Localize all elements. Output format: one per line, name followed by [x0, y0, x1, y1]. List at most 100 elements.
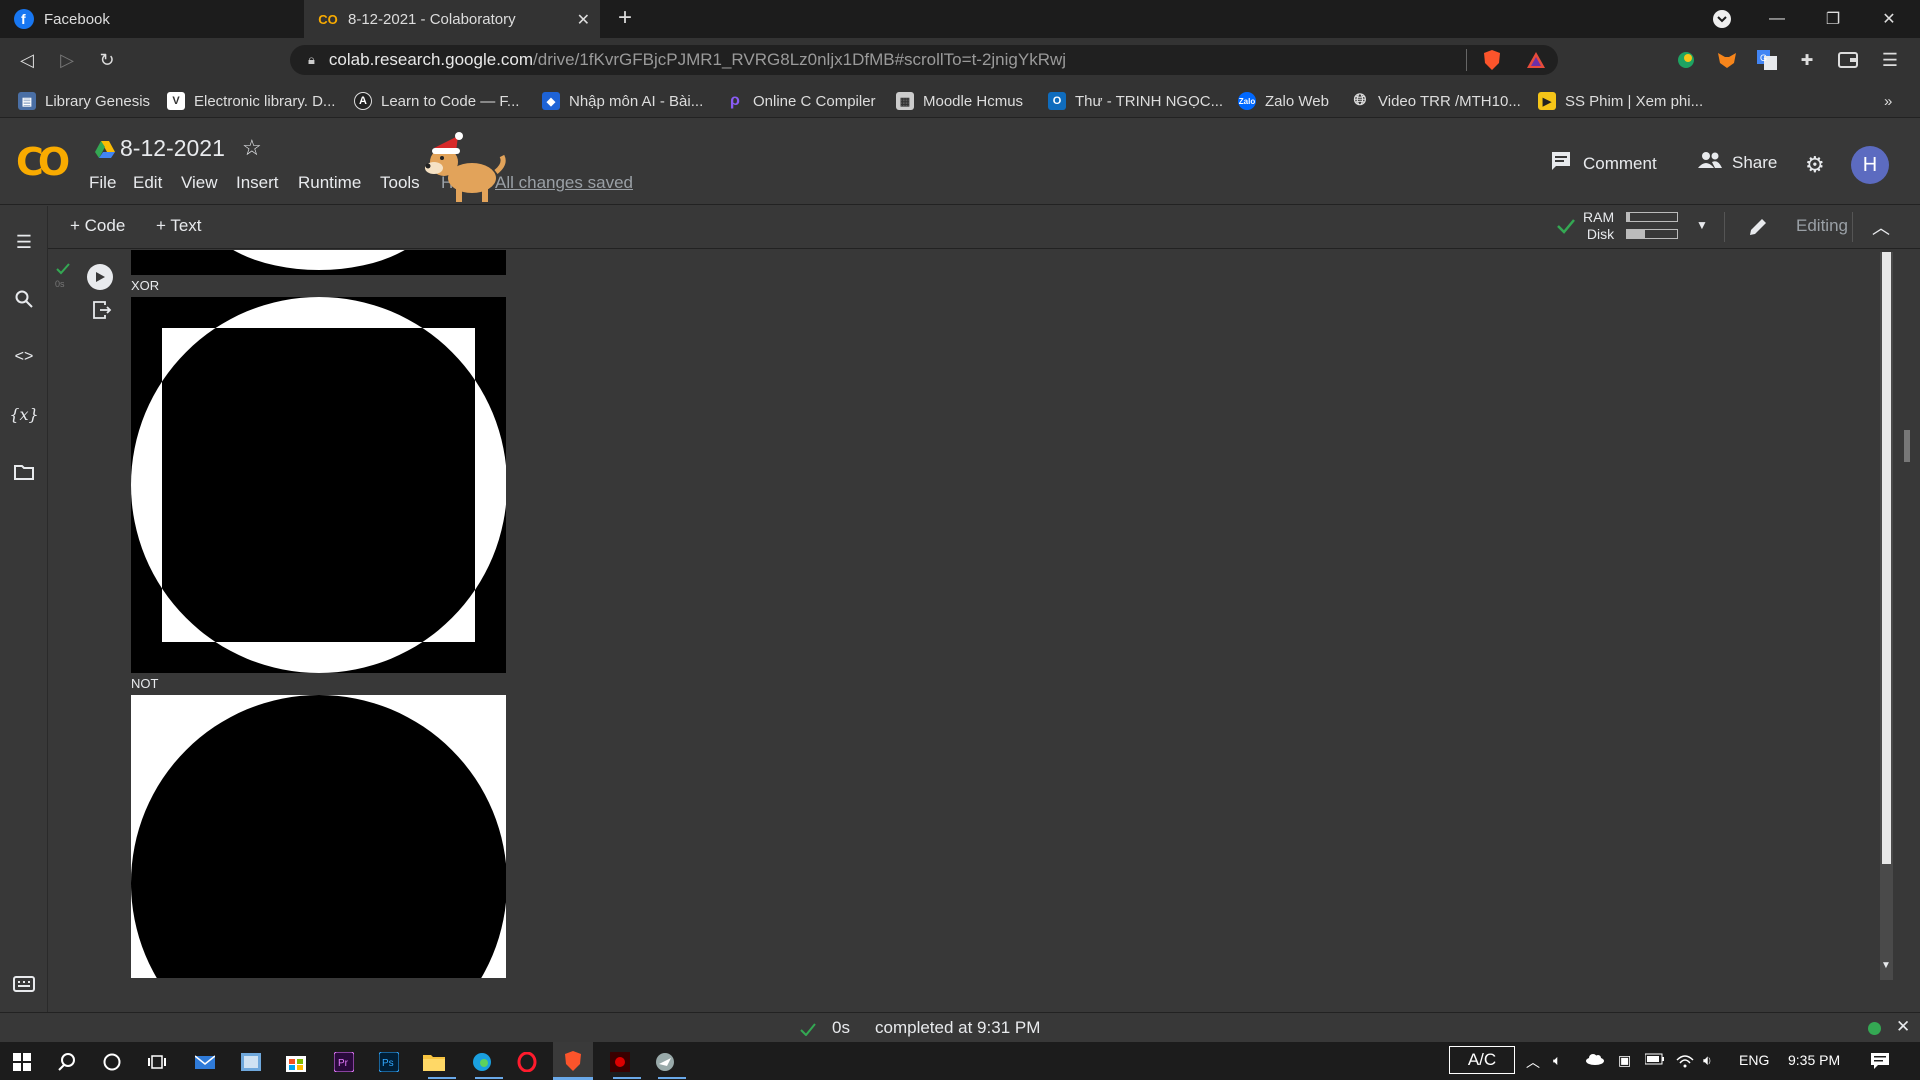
account-avatar[interactable]: H	[1851, 146, 1889, 184]
corgi-mascot-icon[interactable]	[412, 126, 507, 211]
comment-button[interactable]: Comment	[1551, 151, 1657, 176]
files-folder-icon[interactable]	[12, 460, 36, 484]
keyboard-layout-box[interactable]: A/C	[1449, 1046, 1515, 1074]
bookmark-item[interactable]: Zalo Zalo Web	[1238, 90, 1329, 112]
google-translate-icon[interactable]: G	[1755, 48, 1779, 72]
brave-shield-icon[interactable]	[1480, 48, 1504, 72]
bookmark-item[interactable]: V Electronic library. D...	[167, 90, 335, 112]
star-icon[interactable]: ☆	[242, 135, 262, 161]
status-message[interactable]: completed at 9:31 PM	[875, 1018, 1040, 1038]
bookmark-item[interactable]: ▶ SS Phim | Xem phi...	[1538, 90, 1703, 112]
run-cell-button[interactable]	[87, 264, 113, 290]
menu-insert[interactable]: Insert	[236, 173, 279, 193]
show-hidden-icons-icon[interactable]: ︿	[1526, 1052, 1540, 1072]
colab-logo[interactable]: CO	[16, 140, 70, 184]
output-actions-icon[interactable]	[92, 300, 112, 325]
taskbar-active-app[interactable]	[553, 1042, 593, 1080]
bookmark-item[interactable]: O Thư - TRINH NGỌC...	[1048, 90, 1223, 112]
save-status[interactable]: All changes saved	[495, 173, 633, 193]
menu-runtime[interactable]: Runtime	[298, 173, 361, 193]
address-bar[interactable]: 🔒︎ colab.research.google.com/drive/1fKvr…	[290, 45, 1558, 75]
photoshop-app-icon[interactable]: Ps	[377, 1050, 401, 1074]
menu-view[interactable]: View	[181, 173, 218, 193]
reload-icon[interactable]: ↻	[94, 47, 120, 73]
back-icon[interactable]: ◁	[14, 47, 40, 73]
wifi-icon[interactable]	[1675, 1052, 1695, 1071]
status-check-icon	[800, 1021, 816, 1041]
onedrive-cloud-icon[interactable]	[1585, 1052, 1605, 1068]
language-indicator[interactable]: ENG	[1739, 1052, 1769, 1068]
add-text-cell-button[interactable]: + Text	[156, 216, 202, 236]
page-scroll-marker[interactable]	[1904, 430, 1910, 462]
game-app-icon[interactable]	[608, 1050, 632, 1074]
edge-browser-icon[interactable]	[470, 1050, 494, 1074]
notifications-icon[interactable]	[1870, 1052, 1890, 1073]
tab-title: Facebook	[44, 10, 110, 28]
notebook-title[interactable]: 8-12-2021	[120, 135, 225, 162]
settings-gear-icon[interactable]: ⚙	[1805, 152, 1825, 178]
bookmark-item[interactable]: ▤ Library Genesis	[18, 90, 150, 112]
close-status-icon[interactable]: ✕	[1896, 1017, 1910, 1037]
menu-file[interactable]: File	[89, 173, 116, 193]
extension-globe-icon[interactable]	[1674, 48, 1698, 72]
file-explorer-icon[interactable]	[422, 1050, 446, 1074]
resources-dropdown-icon[interactable]: ▼	[1696, 218, 1708, 232]
metamask-fox-icon[interactable]	[1715, 48, 1739, 72]
code-snippets-icon[interactable]: <>	[12, 345, 36, 369]
scroll-down-icon[interactable]: ▼	[1881, 960, 1891, 971]
tab-search-icon[interactable]	[1709, 6, 1735, 32]
bookmark-label: Moodle Hcmus	[923, 92, 1024, 110]
wallet-icon[interactable]	[1836, 48, 1860, 72]
editing-mode-button[interactable]: Editing	[1796, 216, 1848, 236]
bookmark-item[interactable]: ▦ Moodle Hcmus	[896, 90, 1023, 112]
people-icon	[1698, 151, 1722, 174]
notebook-scrollbar-thumb[interactable]	[1882, 252, 1891, 864]
menu-edit[interactable]: Edit	[133, 173, 162, 193]
variables-icon[interactable]: {x}	[9, 402, 38, 426]
taskbar-search-icon[interactable]	[55, 1050, 79, 1074]
share-button[interactable]: Share	[1698, 151, 1777, 174]
premiere-app-icon[interactable]: Pr	[332, 1050, 356, 1074]
running-indicator	[428, 1077, 456, 1079]
task-view-icon[interactable]	[145, 1050, 169, 1074]
bookmark-item[interactable]: A Learn to Code — F...	[354, 90, 519, 112]
brave-rewards-icon[interactable]	[1524, 48, 1548, 72]
pencil-icon	[1748, 217, 1768, 242]
forward-icon[interactable]: ▷	[54, 47, 80, 73]
search-icon[interactable]	[12, 287, 36, 311]
device-icon[interactable]: ▣	[1618, 1052, 1631, 1069]
table-of-contents-icon[interactable]: ☰	[12, 230, 36, 254]
cortana-icon[interactable]	[100, 1050, 124, 1074]
terminal-keyboard-icon[interactable]	[12, 972, 36, 996]
browser-menu-icon[interactable]: ☰	[1878, 48, 1902, 72]
volume-icon[interactable]: 🔈︎	[1553, 1052, 1561, 1069]
resource-labels[interactable]: RAM Disk	[1583, 209, 1614, 243]
bookmark-item[interactable]: 🌐︎ Video TRR /MTH10...	[1351, 90, 1521, 112]
url-path: /drive/1fKvrGFBjcPJMR1_RVRG8Lz0nljx1DfMB…	[533, 50, 1067, 69]
windows-start-icon[interactable]	[10, 1050, 34, 1074]
tab-colaboratory[interactable]: CO 8-12-2021 - Colaboratory ✕	[304, 0, 600, 38]
bird-app-icon[interactable]	[653, 1050, 677, 1074]
restore-icon[interactable]: ❐	[1820, 6, 1846, 32]
more-bookmarks-button[interactable]: »	[1884, 90, 1892, 112]
bookmark-item[interactable]: ρ Online C Compiler	[726, 90, 876, 112]
battery-icon[interactable]	[1644, 1052, 1665, 1068]
running-indicator	[475, 1077, 503, 1079]
url-host: colab.research.google.com	[328, 50, 534, 69]
bookmark-item[interactable]: ◆ Nhập môn AI - Bài...	[542, 90, 703, 112]
close-window-icon[interactable]: ✕	[1876, 6, 1902, 32]
extensions-puzzle-icon[interactable]: ✚	[1795, 48, 1819, 72]
ram-usage-fill	[1627, 213, 1630, 221]
mail-app-icon[interactable]	[193, 1050, 217, 1074]
clock-time[interactable]: 9:35 PM	[1788, 1052, 1840, 1068]
new-tab-button[interactable]: +	[618, 4, 632, 32]
opera-browser-icon[interactable]	[515, 1050, 539, 1074]
speaker-icon[interactable]: 🔉︎	[1703, 1052, 1712, 1069]
store-app-icon[interactable]	[284, 1050, 308, 1074]
close-tab-icon[interactable]: ✕	[577, 10, 590, 30]
minimize-icon[interactable]: —	[1764, 6, 1790, 32]
collapse-header-icon[interactable]: ︿	[1872, 214, 1890, 240]
tab-facebook[interactable]: f Facebook	[0, 0, 300, 38]
add-code-cell-button[interactable]: + Code	[70, 216, 125, 236]
photos-app-icon[interactable]	[239, 1050, 263, 1074]
